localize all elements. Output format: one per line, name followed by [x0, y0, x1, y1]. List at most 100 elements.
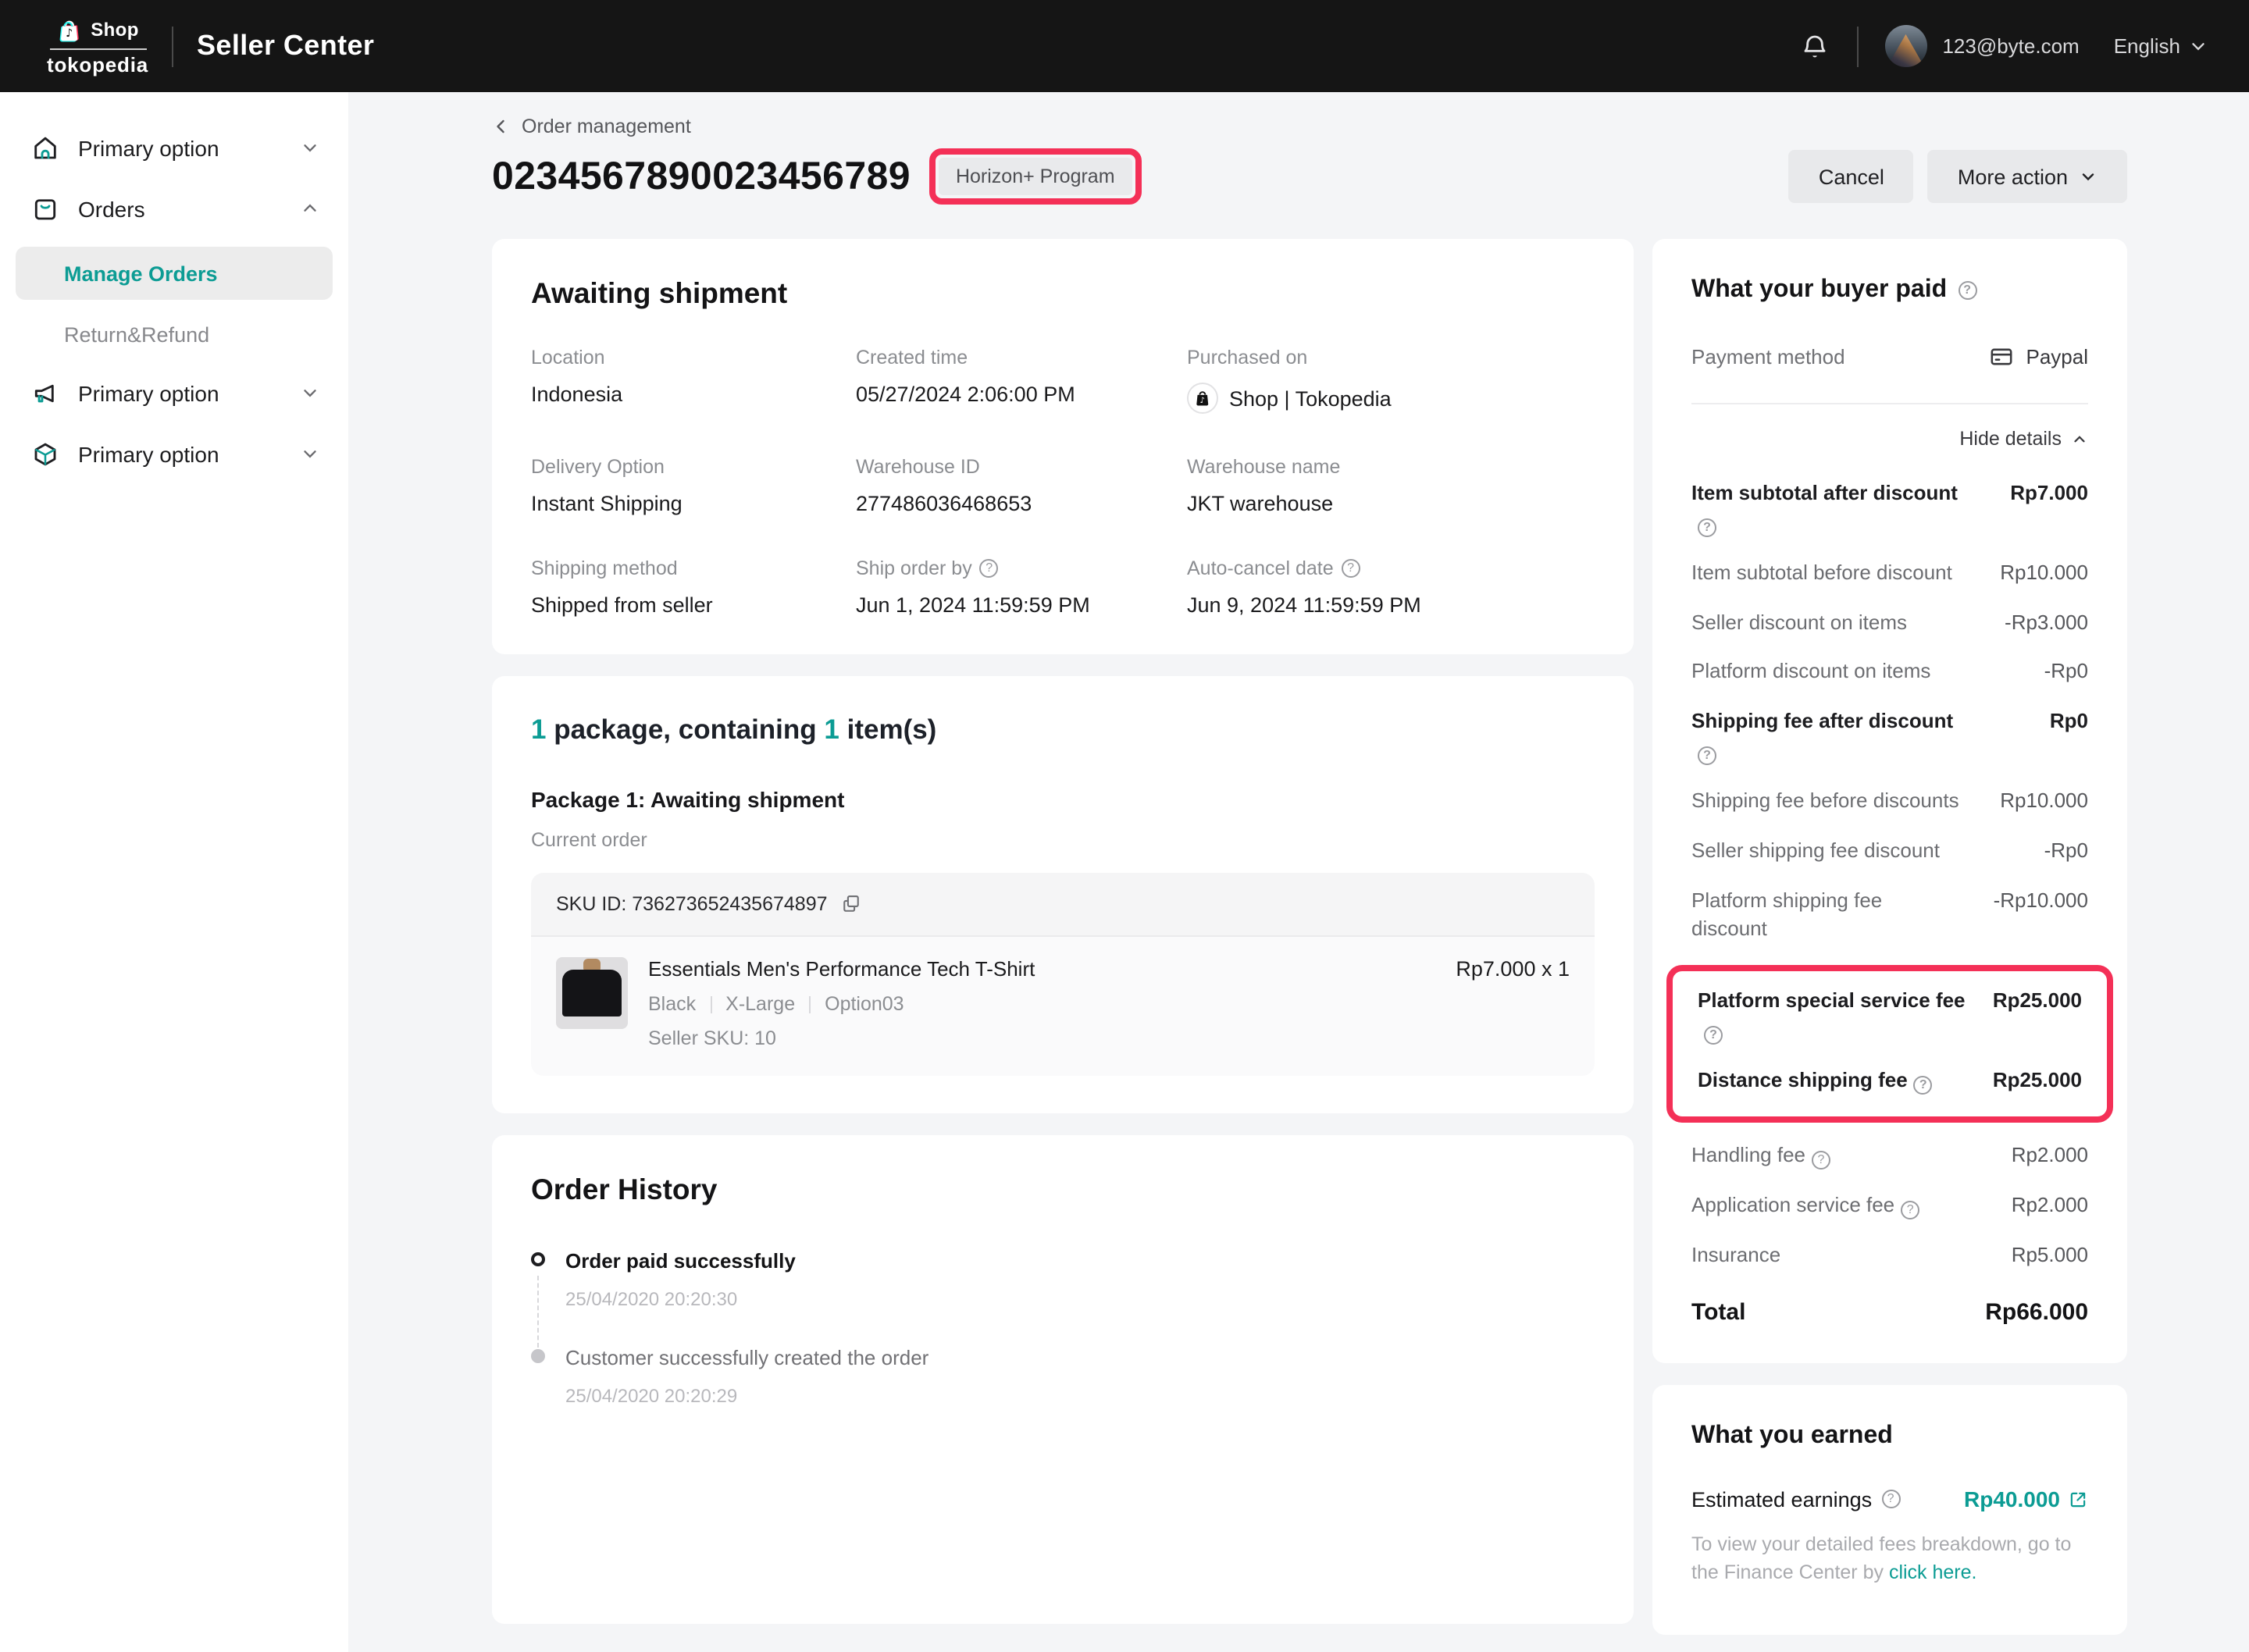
field-shipping-method: Shipping method Shipped from seller [531, 557, 856, 617]
order-history-title: Order History [531, 1173, 1595, 1207]
timeline-dot-icon [531, 1349, 545, 1363]
package-heading: 1 package, containing 1 item(s) [531, 714, 1595, 746]
help-icon[interactable] [1812, 1151, 1830, 1170]
breadcrumb-back-link[interactable]: Order management [492, 116, 691, 137]
shipment-status-card: Awaiting shipment Location Indonesia Cre… [492, 239, 1634, 654]
more-action-button[interactable]: More action [1928, 150, 2127, 203]
product-row: Essentials Men's Performance Tech T-Shir… [531, 937, 1595, 1076]
credit-card-icon [1989, 344, 2016, 370]
field-warehouse-id: Warehouse ID 277486036468653 [856, 456, 1187, 515]
app-title: Seller Center [197, 30, 374, 62]
avatar[interactable] [1884, 25, 1926, 67]
sidebar-item-label: Primary option [78, 380, 300, 405]
estimated-earnings-link[interactable]: Rp40.000 [1964, 1487, 2088, 1512]
history-event: Customer successfully created the order … [531, 1346, 1595, 1407]
field-auto-cancel-date: Auto-cancel date Jun 9, 2024 11:59:59 PM [1187, 557, 1595, 617]
chevron-down-icon [300, 443, 320, 464]
sidebar-item-return-refund[interactable]: Return&Refund [0, 306, 348, 362]
fee-row: Seller discount on items -Rp3.000 [1691, 608, 2088, 638]
help-icon[interactable] [1901, 1200, 1919, 1219]
fee-row: Platform discount on items -Rp0 [1691, 658, 2088, 688]
help-icon[interactable] [980, 559, 999, 578]
product-price: Rp7.000 x 1 [1456, 957, 1570, 1049]
fee-row: Item subtotal after discount Rp7.000 [1691, 479, 2088, 538]
product-name[interactable]: Essentials Men's Performance Tech T-Shir… [648, 957, 1435, 981]
sidebar-item-primary-3[interactable]: Primary option [0, 423, 348, 484]
sku-id-row: SKU ID: 736273652435674897 [531, 873, 1595, 937]
sidebar-item-label: Orders [78, 196, 300, 221]
divider [1691, 403, 2088, 404]
fee-row: Insurance Rp5.000 [1691, 1241, 2088, 1270]
product-image [556, 957, 628, 1029]
shop-channel-icon: ♪ [1187, 383, 1218, 414]
svg-text:♪: ♪ [1200, 397, 1206, 405]
help-icon[interactable] [1342, 559, 1360, 578]
sidebar-item-orders[interactable]: Orders [0, 178, 348, 239]
payment-method-value: Paypal [2026, 345, 2089, 368]
logo-shop-text: Shop [91, 19, 139, 41]
field-purchased-on: Purchased on ♪ Shop | Tokopedia [1187, 347, 1595, 414]
help-icon[interactable] [1881, 1490, 1900, 1509]
chevron-down-icon [2079, 167, 2098, 186]
program-badge: Horizon+ Program [939, 158, 1132, 195]
fee-row: Platform special service fee Rp25.000 [1698, 988, 2082, 1046]
finance-center-link[interactable]: click here. [1889, 1562, 1977, 1584]
sidebar-item-primary-2[interactable]: Primary option [0, 362, 348, 423]
chevron-up-icon [2071, 430, 2088, 447]
main-content: Order management 0234567890023456789 Hor… [492, 92, 2127, 1634]
seller-sku: Seller SKU: 10 [648, 1027, 1435, 1049]
header-divider [172, 26, 173, 66]
payment-method-row: Payment method Paypal [1691, 344, 2088, 370]
help-icon[interactable] [1958, 281, 1976, 300]
sidebar-item-label: Manage Orders [64, 262, 218, 285]
breadcrumb-label: Order management [522, 116, 691, 137]
fee-row: Platform shipping fee discount -Rp10.000 [1691, 886, 2088, 945]
order-history-timeline: Order paid successfully 25/04/2020 20:20… [531, 1249, 1595, 1407]
chevron-down-icon [2188, 36, 2208, 56]
sidebar-item-manage-orders[interactable]: Manage Orders [16, 247, 333, 300]
sidebar: Primary option Orders Manage Ord [0, 92, 348, 1652]
copy-icon[interactable] [840, 893, 862, 915]
total-row: Total Rp66.000 [1691, 1300, 2088, 1326]
buyer-paid-card: What your buyer paid Payment method [1652, 239, 2127, 1364]
hide-details-toggle[interactable]: Hide details [1691, 428, 2088, 450]
order-id-title: 0234567890023456789 [492, 154, 911, 199]
estimated-earnings-row: Estimated earnings Rp40.000 [1691, 1487, 2088, 1512]
chevron-down-icon [300, 383, 320, 403]
top-header: ♪ Shop tokopedia Seller Center 123@byte.… [0, 0, 2249, 92]
field-ship-order-by: Ship order by Jun 1, 2024 11:59:59 PM [856, 557, 1187, 617]
sidebar-item-label: Return&Refund [64, 322, 209, 346]
earned-card: What you earned Estimated earnings Rp40.… [1652, 1386, 2127, 1635]
earned-description: To view your detailed fees breakdown, go… [1691, 1531, 2088, 1588]
help-icon[interactable] [1698, 746, 1716, 765]
field-location: Location Indonesia [531, 347, 856, 414]
header-divider [1856, 26, 1858, 66]
fee-row: Shipping fee after discount Rp0 [1691, 707, 2088, 766]
home-icon [31, 134, 59, 162]
package-subtitle: Package 1: Awaiting shipment [531, 787, 1595, 812]
order-history-card: Order History Order paid successfully 25… [492, 1135, 1634, 1624]
sku-id-text: SKU ID: 736273652435674897 [556, 893, 828, 915]
svg-text:♪: ♪ [66, 27, 73, 39]
shop-tokopedia-logo[interactable]: ♪ Shop tokopedia [47, 16, 148, 76]
package-card: 1 package, containing 1 item(s) Package … [492, 676, 1634, 1113]
more-action-label: More action [1958, 165, 2068, 188]
fee-row: Application service fee Rp2.000 [1691, 1191, 2088, 1220]
shipment-status-title: Awaiting shipment [531, 276, 1595, 311]
language-selector[interactable]: English [2114, 34, 2208, 58]
help-icon[interactable] [1698, 518, 1716, 537]
cube-icon [31, 440, 59, 468]
sidebar-item-primary-1[interactable]: Primary option [0, 117, 348, 178]
notifications-bell-icon[interactable] [1798, 30, 1830, 62]
megaphone-icon [31, 379, 59, 407]
fee-breakdown: Item subtotal after discount Rp7.000 Ite… [1691, 479, 2088, 1326]
fee-row: Distance shipping fee Rp25.000 [1698, 1066, 2082, 1096]
fee-row: Item subtotal before discount Rp10.000 [1691, 558, 2088, 588]
help-icon[interactable] [1704, 1026, 1723, 1045]
sidebar-item-label: Primary option [78, 135, 300, 160]
cancel-button[interactable]: Cancel [1789, 150, 1914, 203]
help-icon[interactable] [1914, 1076, 1933, 1095]
package-items-box: SKU ID: 736273652435674897 [531, 873, 1595, 1076]
annotation-highlight-badge: Horizon+ Program [929, 148, 1142, 205]
fee-row: Handling fee Rp2.000 [1691, 1141, 2088, 1171]
